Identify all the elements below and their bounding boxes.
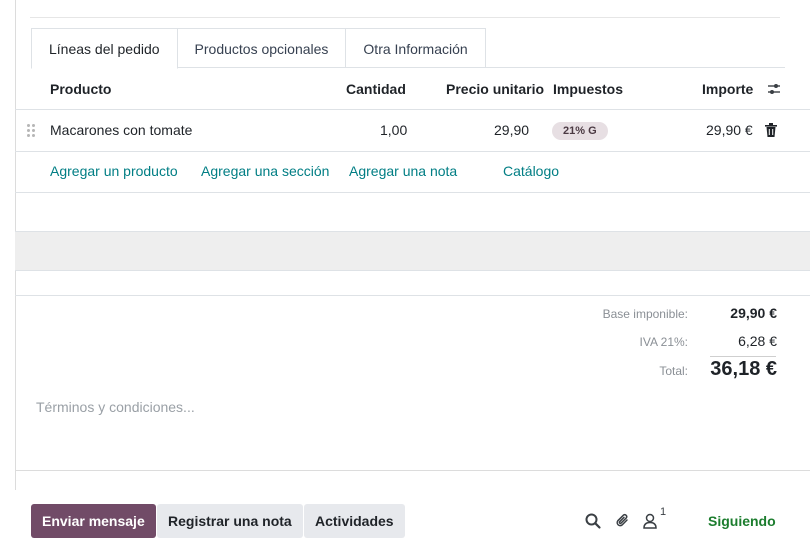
settings-sliders-icon[interactable]	[767, 82, 781, 96]
row-product[interactable]: Macarones con tomate	[50, 122, 192, 138]
form-bottom-divider	[15, 470, 810, 471]
catalog-link[interactable]: Catálogo	[503, 163, 559, 179]
followers-icon[interactable]	[642, 512, 660, 530]
add-lines-row: Agregar un producto Agregar una sección …	[15, 152, 810, 193]
top-divider	[30, 17, 780, 18]
tax-badge[interactable]: 21% G	[552, 122, 608, 140]
notebook-tabs: Líneas del pedido Productos opcionales O…	[31, 28, 486, 69]
add-section-link[interactable]: Agregar una sección	[201, 163, 329, 179]
iva-value: 6,28 €	[738, 333, 777, 349]
column-header-taxes[interactable]: Impuestos	[553, 81, 623, 97]
tab-other-info[interactable]: Otra Información	[346, 28, 486, 68]
activities-button[interactable]: Actividades	[304, 504, 405, 538]
column-header-unit-price[interactable]: Precio unitario	[446, 81, 544, 97]
row-unit-price[interactable]: 29,90	[494, 122, 529, 138]
empty-row	[15, 271, 810, 296]
base-value: 29,90 €	[730, 305, 777, 321]
table-row[interactable]: Macarones con tomate 1,00 29,90 21% G 29…	[15, 110, 810, 152]
add-note-link[interactable]: Agregar una nota	[349, 163, 457, 179]
iva-label: IVA 21%:	[639, 335, 688, 349]
followers-count: 1	[660, 506, 667, 518]
trash-icon[interactable]	[765, 123, 777, 137]
row-amount: 29,90 €	[706, 122, 753, 138]
total-value: 36,18 €	[710, 358, 777, 380]
order-lines-header: Producto Cantidad Precio unitario Impues…	[15, 68, 810, 110]
following-button[interactable]: Siguiendo	[708, 513, 776, 529]
search-icon[interactable]	[584, 512, 602, 530]
column-header-amount[interactable]: Importe	[702, 81, 753, 97]
add-product-link[interactable]: Agregar un producto	[50, 163, 178, 179]
send-message-button[interactable]: Enviar mensaje	[31, 504, 156, 538]
total-divider	[710, 356, 776, 357]
row-quantity[interactable]: 1,00	[380, 122, 407, 138]
empty-row	[15, 232, 810, 271]
log-note-button[interactable]: Registrar una nota	[157, 504, 303, 538]
base-label: Base imponible:	[602, 307, 688, 321]
drag-handle-icon[interactable]	[27, 124, 35, 137]
empty-row	[15, 193, 810, 232]
paperclip-icon[interactable]	[614, 512, 632, 530]
terms-field[interactable]: Términos y condiciones...	[36, 399, 195, 415]
tab-optional-products[interactable]: Productos opcionales	[177, 28, 347, 68]
column-header-quantity[interactable]: Cantidad	[346, 81, 406, 97]
column-header-product[interactable]: Producto	[50, 81, 111, 97]
total-label: Total:	[659, 364, 688, 378]
tab-order-lines[interactable]: Líneas del pedido	[31, 28, 178, 69]
